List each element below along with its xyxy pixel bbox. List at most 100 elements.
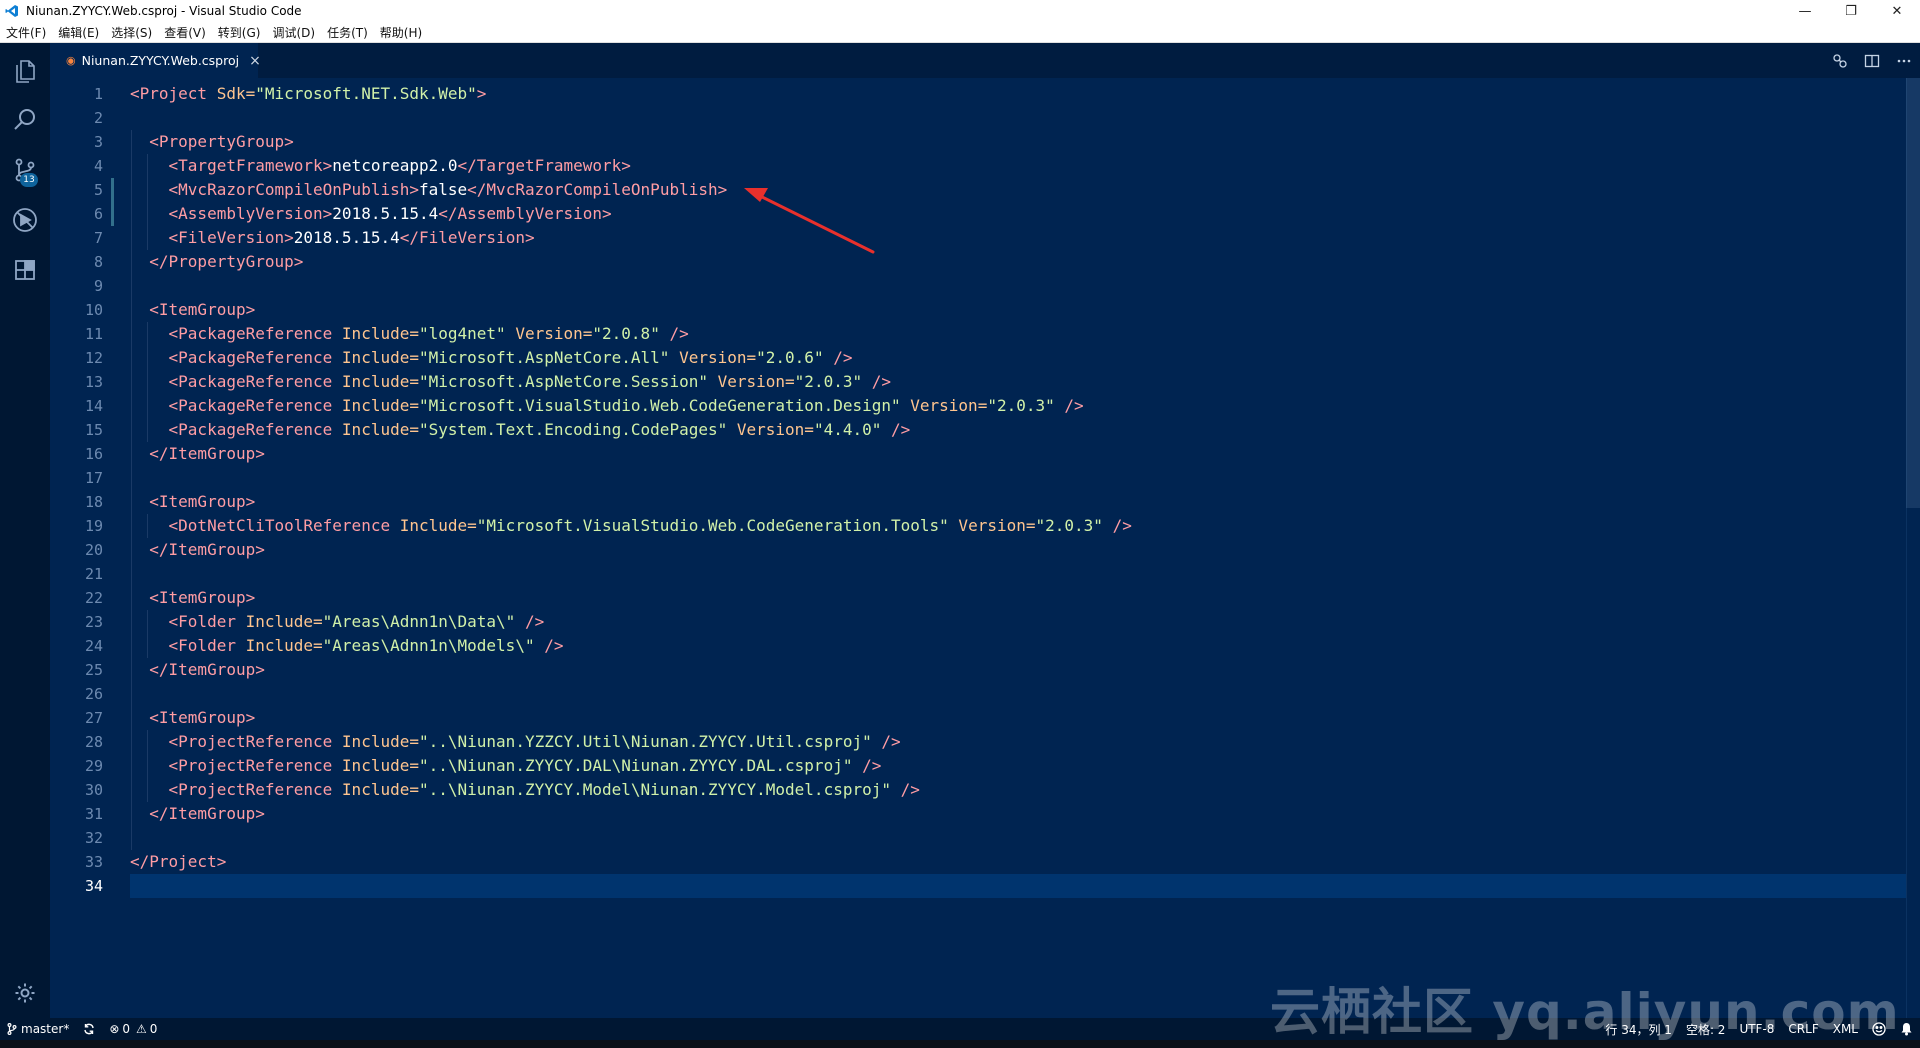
code-token: <ItemGroup> (149, 588, 256, 607)
feedback-icon[interactable] (1865, 1022, 1893, 1036)
scrollbar-thumb[interactable] (1906, 78, 1920, 508)
code-token: </ItemGroup> (149, 444, 265, 463)
code-line[interactable]: <FileVersion>2018.5.15.4</FileVersion> (130, 226, 1920, 250)
code-token: "..\Niunan.ZYYCY.Model\Niunan.ZYYCY.Mode… (418, 780, 891, 799)
indent-guide (147, 154, 148, 250)
code-line[interactable]: <PackageReference Include="Microsoft.Asp… (130, 346, 1920, 370)
code-line[interactable]: <PackageReference Include="Microsoft.Vis… (130, 394, 1920, 418)
code-line[interactable]: <Project Sdk="Microsoft.NET.Sdk.Web"> (130, 82, 1920, 106)
code-token: "Microsoft.VisualStudio.Web.CodeGenerati… (418, 396, 901, 415)
code-line[interactable]: <PackageReference Include="Microsoft.Asp… (130, 370, 1920, 394)
encoding[interactable]: UTF-8 (1732, 1022, 1781, 1036)
code-line[interactable]: <ItemGroup> (130, 490, 1920, 514)
line-number: 7 (93, 229, 103, 247)
code-area[interactable]: <Project Sdk="Microsoft.NET.Sdk.Web"> <P… (130, 78, 1920, 1018)
source-control-icon[interactable]: 13 (0, 145, 50, 195)
close-tab-icon[interactable]: × (249, 53, 261, 69)
open-changes-icon[interactable] (1824, 43, 1856, 78)
code-line[interactable]: <ItemGroup> (130, 586, 1920, 610)
indent-guide (147, 730, 148, 802)
line-ending[interactable]: CRLF (1781, 1022, 1825, 1036)
code-line[interactable]: <PackageReference Include="log4net" Vers… (130, 322, 1920, 346)
code-line[interactable]: <PackageReference Include="System.Text.E… (130, 418, 1920, 442)
problems-indicator[interactable]: ⊗ 0 ⚠ 0 (102, 1022, 164, 1036)
vertical-scrollbar[interactable] (1906, 78, 1920, 1018)
code-token: <PackageReference (168, 420, 342, 439)
search-icon[interactable] (0, 95, 50, 145)
notifications-bell-icon[interactable] (1893, 1022, 1920, 1036)
code-token: <ItemGroup> (149, 492, 256, 511)
code-line[interactable]: <ProjectReference Include="..\Niunan.ZYY… (130, 754, 1920, 778)
split-editor-icon[interactable] (1856, 43, 1888, 78)
extensions-icon[interactable] (0, 245, 50, 295)
code-line[interactable]: <ProjectReference Include="..\Niunan.ZYY… (130, 778, 1920, 802)
gear-icon[interactable] (0, 968, 50, 1018)
menu-debug[interactable]: 调试(D) (266, 24, 321, 41)
indent-guide (131, 130, 132, 850)
close-window-button[interactable]: ✕ (1874, 0, 1920, 22)
indentation[interactable]: 空格: 2 (1679, 1021, 1733, 1038)
code-line[interactable]: </ItemGroup> (130, 538, 1920, 562)
menu-file[interactable]: 文件(F) (0, 24, 52, 41)
menu-edit[interactable]: 编辑(E) (52, 24, 105, 41)
code-token: 2018.5.15.4 (332, 204, 439, 223)
more-actions-icon[interactable] (1888, 43, 1920, 78)
menu-help[interactable]: 帮助(H) (374, 24, 428, 41)
cursor-position[interactable]: 行 34，列 1 (1598, 1021, 1679, 1038)
code-line[interactable]: <ItemGroup> (130, 298, 1920, 322)
line-number: 31 (84, 805, 103, 823)
code-line[interactable]: <AssemblyVersion>2018.5.15.4</AssemblyVe… (130, 202, 1920, 226)
code-line[interactable] (130, 106, 1920, 130)
code-line[interactable]: </ItemGroup> (130, 658, 1920, 682)
code-line[interactable]: <DotNetCliToolReference Include="Microso… (130, 514, 1920, 538)
code-token: "System.Text.Encoding.CodePages" (418, 420, 728, 439)
code-line[interactable]: </ItemGroup> (130, 442, 1920, 466)
code-line[interactable]: <MvcRazorCompileOnPublish>false</MvcRazo… (130, 178, 1920, 202)
menu-tasks[interactable]: 任务(T) (321, 24, 374, 41)
code-line[interactable]: <ProjectReference Include="..\Niunan.YZZ… (130, 730, 1920, 754)
debug-icon[interactable] (0, 195, 50, 245)
line-number: 10 (84, 301, 103, 319)
code-token: </PropertyGroup> (149, 252, 304, 271)
language-mode[interactable]: XML (1826, 1022, 1865, 1036)
editor[interactable]: 1 2 3 4 5 6 7 8 9 10 11 12 13 14 15 16 17 18 19 20 21 22 23 24 2… (50, 78, 1920, 1018)
code-line[interactable]: <Folder Include="Areas\Adnn1n\Data\" /> (130, 610, 1920, 634)
code-line[interactable] (130, 274, 1920, 298)
code-token: </ItemGroup> (149, 804, 265, 823)
menu-view[interactable]: 查看(V) (158, 24, 212, 41)
files-icon[interactable] (0, 45, 50, 95)
line-number: 9 (93, 277, 103, 295)
code-token: </ItemGroup> (149, 660, 265, 679)
code-line[interactable]: </ItemGroup> (130, 802, 1920, 826)
restore-button[interactable]: ❐ (1828, 0, 1874, 22)
code-line[interactable] (130, 466, 1920, 490)
menu-selection[interactable]: 选择(S) (105, 24, 158, 41)
sync-button[interactable] (76, 1023, 102, 1035)
warning-icon: ⚠ (136, 1022, 147, 1036)
line-number: 16 (84, 445, 103, 463)
code-line[interactable] (130, 682, 1920, 706)
error-icon: ⊗ (109, 1022, 120, 1036)
line-number: 20 (84, 541, 103, 559)
code-line[interactable]: <Folder Include="Areas\Adnn1n\Models\" /… (130, 634, 1920, 658)
tab-csproj[interactable]: ◉ Niunan.ZYYCY.Web.csproj × (50, 43, 261, 78)
branch-indicator[interactable]: master* (0, 1022, 76, 1036)
minimize-button[interactable]: — (1782, 0, 1828, 22)
code-line[interactable]: </Project> (130, 850, 1920, 874)
code-line[interactable] (130, 826, 1920, 850)
code-line[interactable]: <ItemGroup> (130, 706, 1920, 730)
line-number: 5 (93, 181, 103, 199)
code-token: "2.0.3" (987, 396, 1055, 415)
indent-guide (147, 322, 148, 442)
menu-go[interactable]: 转到(G) (212, 24, 267, 41)
code-line[interactable]: <PropertyGroup> (130, 130, 1920, 154)
code-line[interactable] (130, 562, 1920, 586)
code-line[interactable]: <TargetFramework>netcoreapp2.0</TargetFr… (130, 154, 1920, 178)
code-line[interactable] (130, 874, 1920, 898)
code-line[interactable]: </PropertyGroup> (130, 250, 1920, 274)
